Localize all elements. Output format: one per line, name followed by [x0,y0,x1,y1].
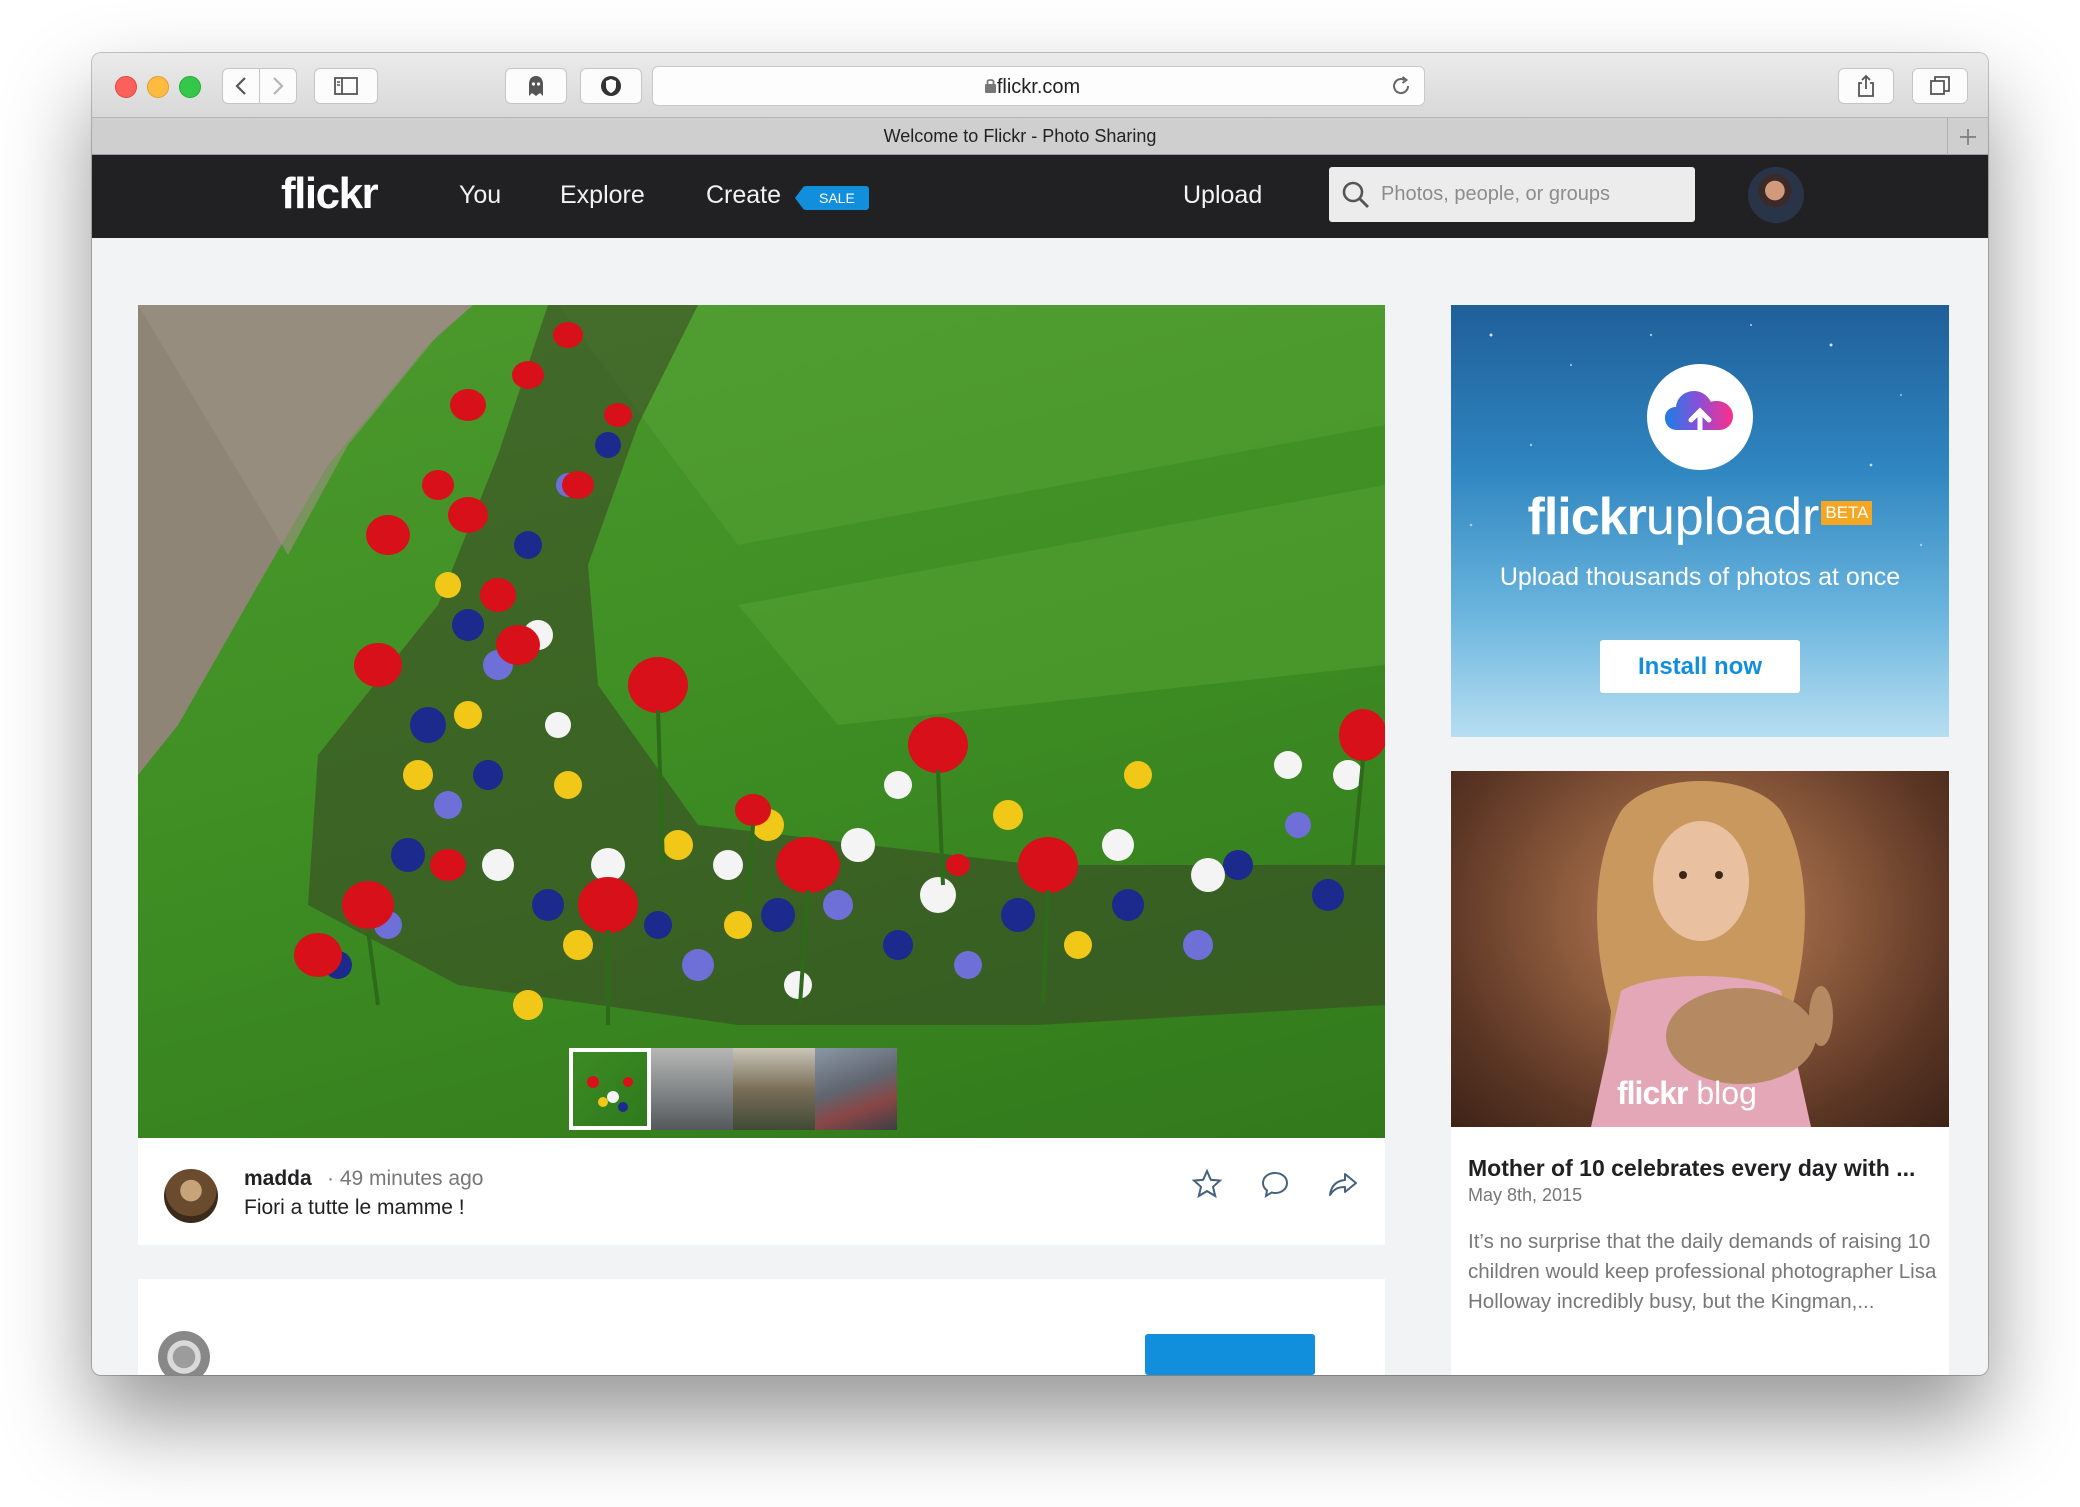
brand-light: uploadr [1645,488,1820,546]
photo-meta: madda · 49 minutes ago Fiori a tutte le … [138,1138,1385,1245]
install-now-button[interactable]: Install now [1600,640,1800,693]
uploadr-brand: flickruploadr BETA [1451,487,1949,547]
new-tab-button[interactable] [1947,118,1988,155]
search-input[interactable] [1381,167,1681,222]
beta-badge: BETA [1821,501,1873,525]
zoom-window-button[interactable] [179,76,201,98]
post-time: · 49 minutes ago [327,1167,484,1190]
feed-photo[interactable] [138,305,1385,1138]
brand-bold: flickr [1527,488,1647,546]
blog-card[interactable]: flickr blog Mother of 10 celebrates ever… [1451,771,1949,1375]
nav-upload[interactable]: Upload [1183,181,1262,210]
star-icon[interactable] [1191,1168,1223,1200]
blog-excerpt: It’s no surprise that the daily demands … [1468,1230,1937,1313]
shield-icon [601,76,621,96]
tabs-icon [1930,76,1950,95]
comment-icon[interactable] [1259,1168,1291,1200]
sidebar-icon [334,77,358,95]
share-arrow-icon[interactable] [1327,1168,1359,1200]
browser-toolbar: flickr.com [92,53,1988,117]
thumbnail-4[interactable] [815,1048,897,1130]
url-text: flickr.com [996,76,1081,98]
tab-bar: Welcome to Flickr - Photo Sharing [92,117,1988,155]
feed-card-partial [138,1279,1385,1375]
author-avatar[interactable] [164,1169,218,1223]
nav-explore[interactable]: Explore [560,181,645,210]
forward-button[interactable] [259,68,297,104]
chevron-right-icon [273,77,284,95]
girl-with-rabbit-image [1591,781,1833,1127]
search-box [1329,167,1695,222]
blog-title[interactable]: Mother of 10 celebrates every day with .… [1468,1155,1915,1182]
thumbnail-3[interactable] [733,1048,815,1130]
share-icon [1858,74,1874,97]
tabs-overview-button[interactable] [1912,68,1968,104]
flowerbed-image [138,305,1385,1025]
site-header: flickr You Explore Create SALE Upload [92,155,1988,238]
share-button[interactable] [1838,68,1894,104]
reload-icon[interactable] [1390,75,1412,97]
flickr-logo[interactable]: flickr [281,169,379,219]
cloud-upload-icon [1665,391,1733,439]
sidebar-toggle-button[interactable] [314,68,378,104]
minimize-window-button[interactable] [147,76,169,98]
uploadr-logo [1647,364,1753,470]
flowers-thumbnail [587,1076,633,1112]
ad-tagline: Upload thousands of photos at once [1499,563,1901,591]
nav-create[interactable]: Create [706,181,781,210]
thumbnail-1[interactable] [569,1048,651,1130]
user-avatar[interactable] [1748,167,1804,223]
uploadr-ad[interactable]: flickruploadr BETA Upload thousands of ph… [1451,305,1949,737]
chevron-left-icon [235,77,246,95]
author-name[interactable]: madda [244,1167,312,1191]
back-button[interactable] [222,68,260,104]
active-tab-title[interactable]: Welcome to Flickr - Photo Sharing [92,126,1948,147]
browser-window: flickr.com Welcome to Flickr - Photo Sha… [92,53,1988,1375]
ghostery-extension-button[interactable] [505,68,567,104]
ghost-icon [529,76,543,96]
blog-date: May 8th, 2015 [1468,1185,1583,1205]
search-icon [1342,181,1369,208]
flickr-blog-badge: flickr blog [1617,1075,1757,1112]
author-avatar[interactable] [158,1331,210,1375]
photo-caption: Fiori a tutte le mamme ! [244,1196,465,1219]
follow-button[interactable] [1145,1334,1315,1375]
plus-icon [1960,128,1976,145]
feed-card: madda · 49 minutes ago Fiori a tutte le … [138,305,1385,1245]
address-bar[interactable]: flickr.com [652,66,1425,106]
sale-badge[interactable]: SALE [795,186,869,210]
photo-actions [1191,1168,1359,1200]
thumbnail-2[interactable] [651,1048,733,1130]
blog-badge-light: blog [1696,1075,1757,1111]
nav-you[interactable]: You [459,181,501,210]
close-window-button[interactable] [115,76,137,98]
shield-extension-button[interactable] [580,68,642,104]
blog-badge-bold: flickr [1617,1075,1688,1111]
blog-image[interactable]: flickr blog [1451,771,1949,1127]
